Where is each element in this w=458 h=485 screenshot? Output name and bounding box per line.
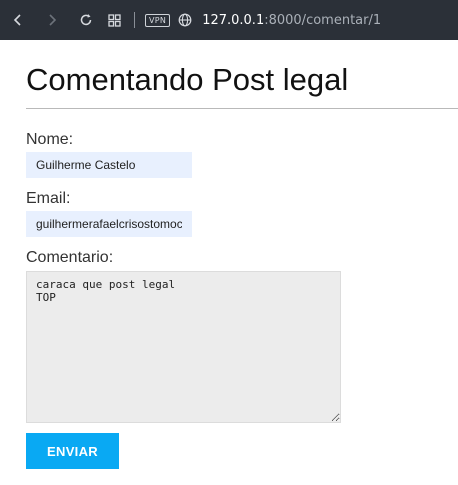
email-input[interactable]	[26, 211, 192, 237]
email-label: Email:	[26, 190, 71, 207]
comment-form: Nome: Email: Comentario: caraca que post…	[26, 131, 458, 469]
nome-input[interactable]	[26, 152, 192, 178]
comentario-label: Comentario:	[26, 249, 114, 266]
reload-icon	[80, 14, 92, 26]
title-divider	[26, 108, 458, 109]
globe-icon[interactable]	[178, 13, 192, 27]
back-button[interactable]	[6, 8, 30, 32]
toolbar-divider	[134, 12, 135, 28]
page-title: Comentando Post legal	[26, 62, 349, 97]
comentario-textarea[interactable]: caraca que post legal TOP	[26, 271, 341, 423]
url-path: :8000/comentar/1	[264, 12, 382, 28]
address-bar[interactable]: 127.0.0.1:8000/comentar/1	[202, 13, 381, 28]
grid-icon	[107, 13, 121, 27]
chevron-right-icon	[49, 14, 57, 26]
enviar-button[interactable]: ENVIAR	[26, 433, 119, 469]
browser-toolbar: VPN 127.0.0.1:8000/comentar/1	[0, 0, 458, 40]
chevron-left-icon	[13, 14, 21, 26]
tabs-grid-button[interactable]	[102, 8, 126, 32]
nome-label: Nome:	[26, 131, 74, 148]
vpn-badge[interactable]: VPN	[145, 13, 171, 27]
reload-button[interactable]	[74, 8, 98, 32]
url-host: 127.0.0.1	[202, 12, 265, 28]
page-content: Comentando Post legal Nome: Email: Comen…	[26, 40, 458, 469]
forward-button[interactable]	[40, 8, 64, 32]
